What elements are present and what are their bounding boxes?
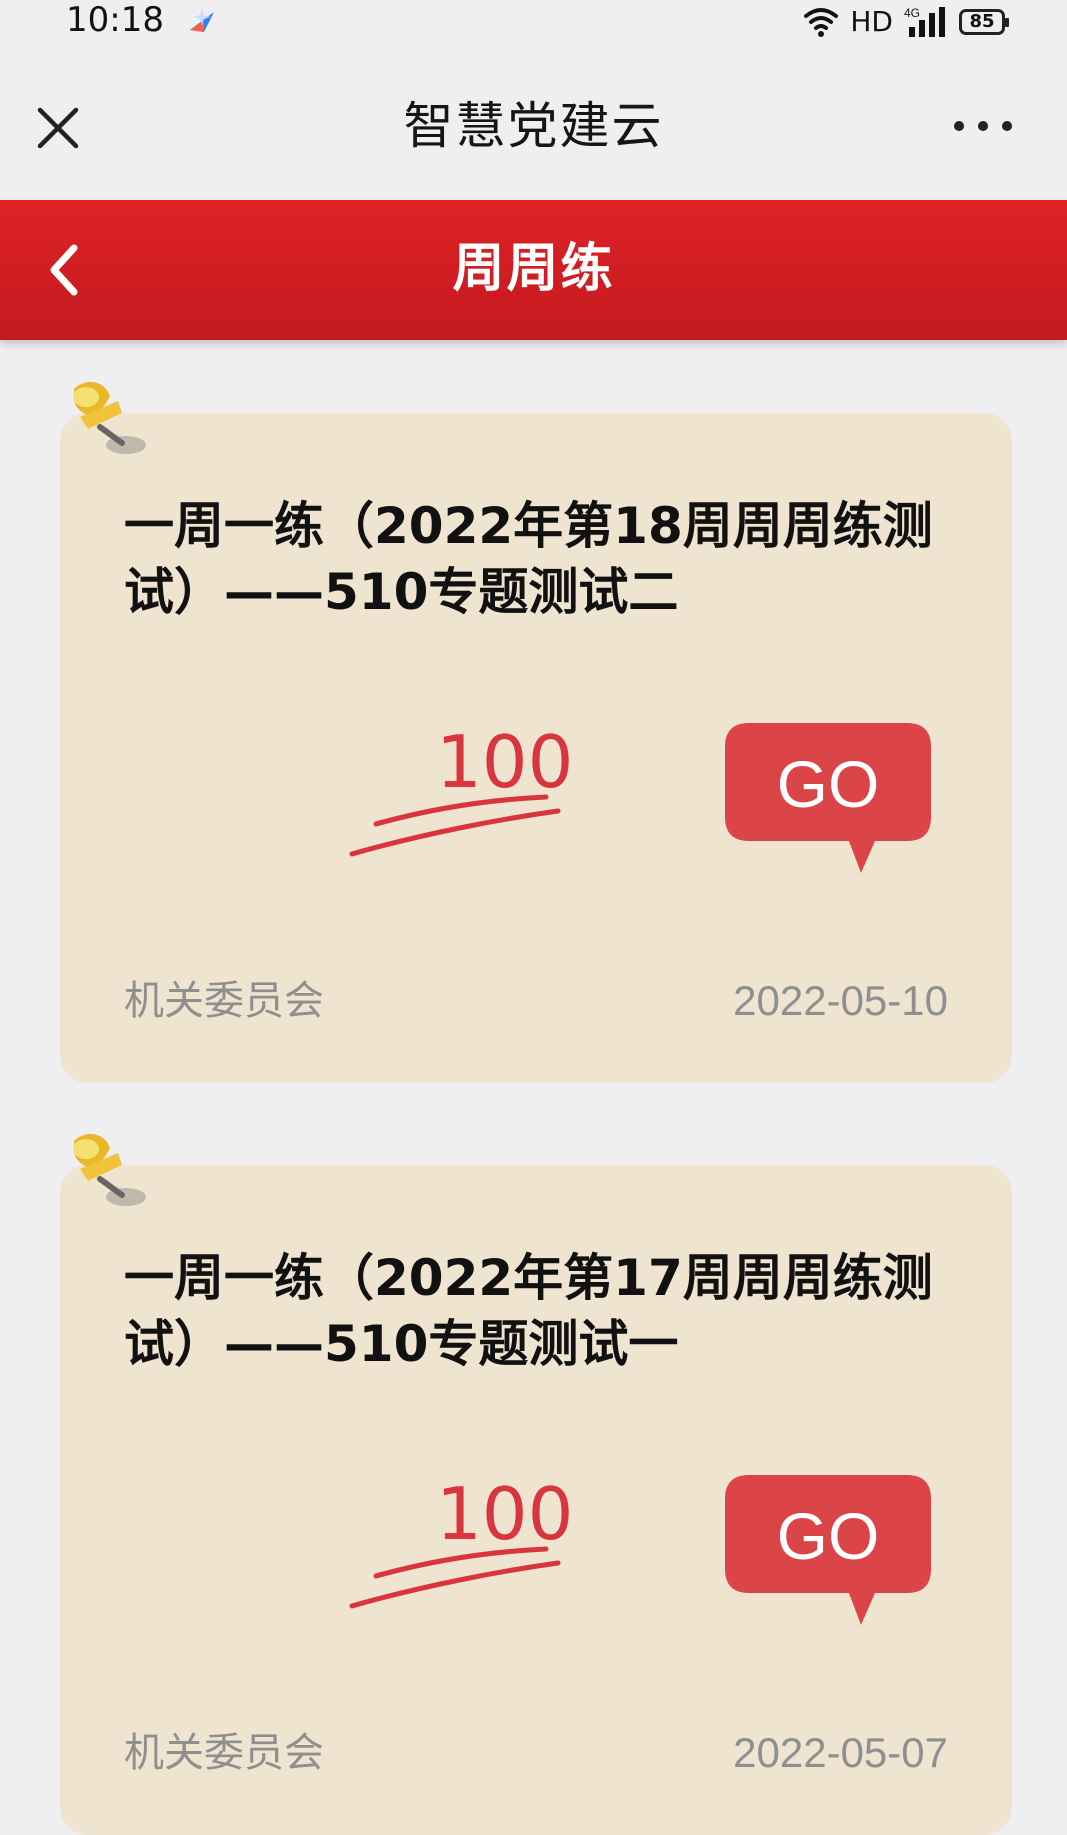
page-title: 周周练	[452, 239, 615, 299]
quiz-title: 一周一练（2022年第17周周周练测试）——510专题测试一	[124, 1249, 933, 1373]
page-header: 周周练	[0, 200, 1067, 340]
cell-signal-icon: 4G	[904, 6, 945, 37]
score-underline-icon	[349, 1546, 561, 1609]
app-bar: 智慧党建云	[0, 48, 1067, 200]
compass-app-icon	[190, 8, 214, 32]
department-label: 机关委员会	[124, 978, 324, 1024]
pushpin-icon	[73, 1134, 146, 1206]
status-bar: 10:18 HD 4G 85	[0, 0, 1067, 48]
score-underline-icon	[349, 794, 561, 857]
go-button[interactable]: GO	[725, 723, 931, 887]
status-time: 10:18	[66, 0, 164, 40]
quiz-card[interactable]: 一周一练（2022年第18周周周练测试）——510专题测试二 100 GO 机关…	[60, 382, 1012, 1083]
app-title: 智慧党建云	[403, 97, 664, 155]
department-label: 机关委员会	[124, 1730, 324, 1776]
more-options-icon[interactable]	[951, 116, 1015, 136]
go-label: GO	[776, 747, 880, 821]
signal-label: 4G	[904, 6, 920, 20]
wifi-icon	[804, 8, 839, 37]
status-indicators: HD 4G 85	[802, 2, 1009, 42]
battery-icon: 85	[959, 9, 1009, 35]
score-display: 100	[332, 1469, 573, 1619]
quiz-date: 2022-05-07	[733, 1729, 948, 1776]
quiz-title: 一周一练（2022年第18周周周练测试）——510专题测试二	[124, 497, 933, 621]
score-display: 100	[332, 717, 573, 867]
quiz-card[interactable]: 一周一练（2022年第17周周周练测试）——510专题测试一 100 GO 机关…	[60, 1134, 1012, 1835]
go-label: GO	[776, 1499, 880, 1573]
go-button[interactable]: GO	[725, 1475, 931, 1639]
network-label: HD	[850, 5, 893, 38]
pushpin-icon	[73, 382, 146, 454]
quiz-date: 2022-05-10	[733, 977, 948, 1024]
